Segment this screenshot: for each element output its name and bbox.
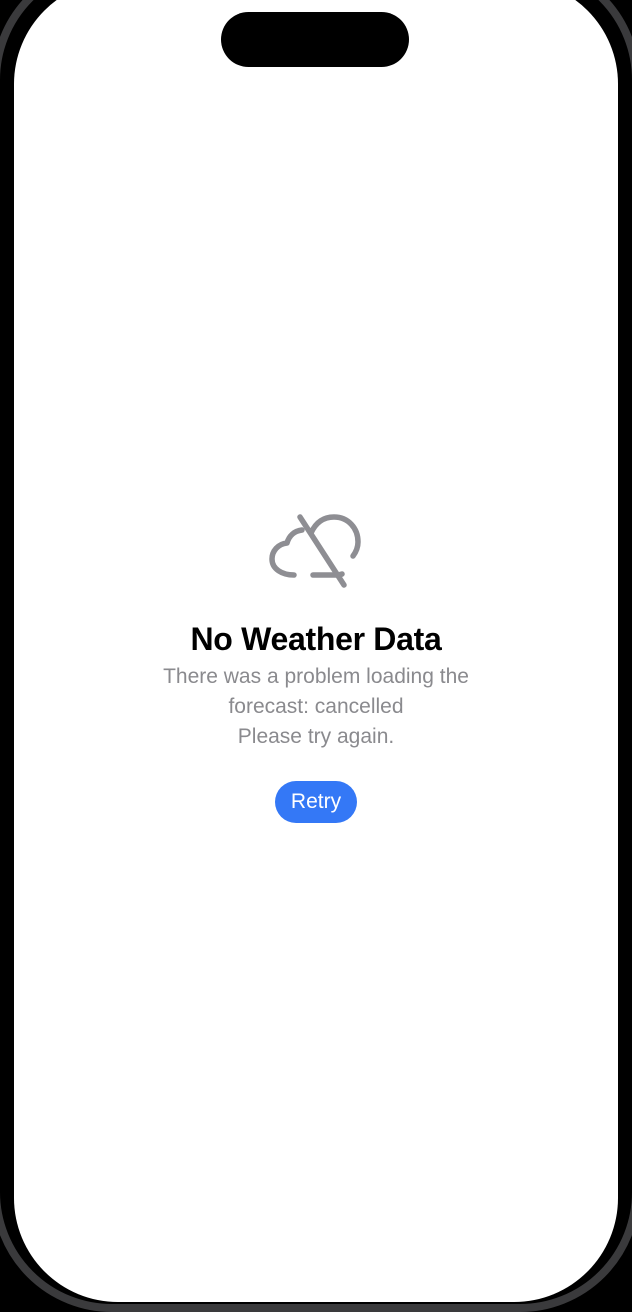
- error-message: There was a problem loading the forecast…: [136, 662, 496, 752]
- retry-button[interactable]: Retry: [274, 781, 358, 823]
- cloud-slash-icon: [268, 514, 364, 590]
- device-frame: No Weather Data There was a problem load…: [0, 0, 632, 1312]
- page-title: No Weather Data: [190, 621, 442, 657]
- error-message-detail: There was a problem loading the forecast…: [163, 665, 469, 718]
- app-screen: No Weather Data There was a problem load…: [14, 0, 618, 1302]
- error-message-hint: Please try again.: [237, 725, 395, 748]
- dynamic-island: [221, 12, 409, 67]
- empty-state: No Weather Data There was a problem load…: [14, 514, 618, 823]
